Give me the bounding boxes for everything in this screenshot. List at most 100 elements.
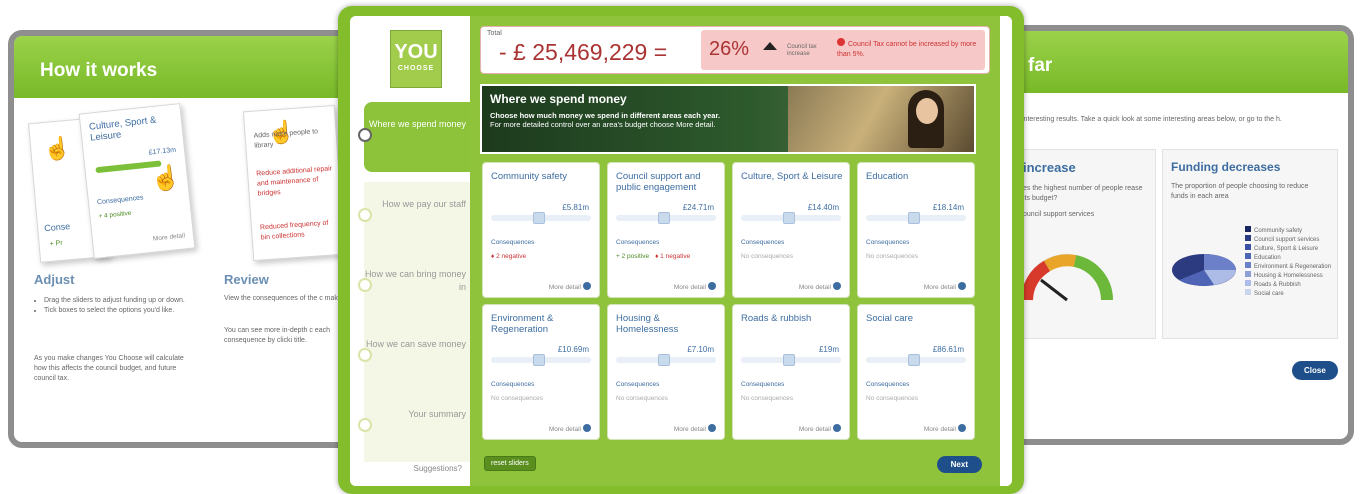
card-culture: Culture, Sport & Leisure £17.13m ☝ Conse…	[78, 103, 196, 259]
consequence-none: No consequences	[866, 395, 919, 402]
step-1[interactable]: Where we spend money	[358, 102, 470, 172]
step-5[interactable]: Your summary	[358, 392, 470, 462]
legend-item: Housing & Homelessness	[1245, 271, 1331, 280]
you-choose-dialog: YOU CHOOSE Where we spend money How we pa…	[338, 6, 1024, 494]
info-icon	[708, 424, 716, 432]
step-label: How we pay our staff	[382, 199, 466, 209]
suggestions-link[interactable]: Suggestions?	[364, 464, 470, 473]
consequences-label: Consequences	[616, 239, 660, 246]
adjust-note: As you make changes You Choose will calc…	[34, 355, 184, 382]
consequences-label: Consequences	[491, 239, 535, 246]
consequence-none: No consequences	[741, 395, 794, 402]
budget-name: Education	[866, 171, 909, 182]
scrollbar[interactable]	[1000, 16, 1012, 486]
funding-decrease-box: Funding decreases The proportion of peop…	[1162, 149, 1338, 339]
step-label: Where we spend money	[368, 119, 466, 129]
legend-item: Education	[1245, 253, 1331, 262]
budget-card: Roads & rubbish £19m Consequences No conseq…	[732, 304, 850, 440]
council-tax-warning: Council Tax cannot be increased by more …	[837, 38, 979, 60]
consequences-list: No consequences	[741, 395, 845, 402]
step-label: How we can bring money in	[364, 269, 466, 292]
slider-handle[interactable]	[658, 354, 671, 366]
more-detail-link[interactable]: More detail	[674, 424, 716, 433]
total-value: - £ 25,469,229 =	[499, 39, 668, 65]
review-title: Review	[224, 272, 269, 287]
consequences-list: ♦ 2 negative	[491, 253, 595, 260]
consequences-list: + 2 positive ♦ 1 negative	[616, 253, 720, 260]
consequences-label: Consequences	[866, 381, 910, 388]
step-3[interactable]: How we can bring money in	[358, 252, 470, 322]
more-detail-link[interactable]: More detail	[924, 282, 966, 291]
consequence-none: No consequences	[616, 395, 669, 402]
budget-slider[interactable]	[866, 354, 966, 366]
pie-legend: Community safety Council support services…	[1245, 226, 1331, 298]
more-detail-link[interactable]: More detail	[924, 424, 966, 433]
budget-card: Environment & Regeneration £10.69m Consequ…	[482, 304, 600, 440]
consequence-none: No consequences	[741, 253, 794, 260]
budget-amount: £10.69m	[557, 345, 589, 354]
budget-amount: £86.61m	[932, 345, 964, 354]
legend-item: Environment & Regeneration	[1245, 262, 1331, 271]
legend-swatch	[1245, 289, 1251, 295]
budget-slider[interactable]	[491, 354, 591, 366]
consequence-neg: ♦ 2 negative	[491, 253, 527, 260]
consequences-label: Consequences	[616, 381, 660, 388]
consequence-pos: + 2 positive	[616, 253, 650, 260]
step-2[interactable]: How we pay our staff	[358, 182, 470, 252]
budget-slider[interactable]	[616, 354, 716, 366]
arrow-up-icon	[763, 42, 777, 50]
step-marker-icon	[358, 418, 372, 432]
budget-card: Housing & Homelessness £7.10m Consequences…	[607, 304, 725, 440]
budget-slider[interactable]	[741, 354, 841, 366]
slider-handle[interactable]	[908, 354, 921, 366]
info-icon	[583, 282, 591, 290]
step-marker-icon	[358, 128, 372, 142]
step-label: Your summary	[408, 409, 466, 419]
legend-swatch	[1245, 235, 1251, 241]
budget-slider[interactable]	[616, 212, 716, 224]
slider-handle[interactable]	[908, 212, 921, 224]
next-button[interactable]: Next	[936, 456, 982, 473]
info-icon	[833, 282, 841, 290]
step-4[interactable]: How we can save money	[358, 322, 470, 392]
council-tax-percent: 26%	[709, 38, 750, 60]
consequences-list: No consequences	[866, 395, 970, 402]
funding-increase-box: increase es the highest number of people…	[1016, 149, 1156, 339]
slider-handle[interactable]	[783, 212, 796, 224]
info-icon	[958, 424, 966, 432]
consequences-list: No consequences	[491, 395, 595, 402]
slider-handle[interactable]	[533, 212, 546, 224]
legend-swatch	[1245, 226, 1251, 232]
budget-slider[interactable]	[491, 212, 591, 224]
more-detail-link[interactable]: More detail	[549, 424, 591, 433]
step-marker-icon	[358, 348, 372, 362]
close-button[interactable]: Close	[1292, 361, 1338, 380]
consequences-list: No consequences	[741, 253, 845, 260]
budget-name: Roads & rubbish	[741, 313, 812, 324]
slider-handle[interactable]	[783, 354, 796, 366]
budget-slider[interactable]	[866, 212, 966, 224]
step-marker-icon	[358, 278, 372, 292]
more-detail-link[interactable]: More detail	[549, 282, 591, 291]
reset-sliders-button[interactable]: reset sliders	[484, 456, 536, 471]
legend-swatch	[1245, 253, 1251, 259]
legend-item: Social care	[1245, 289, 1331, 298]
slider-handle[interactable]	[533, 354, 546, 366]
budget-amount: £14.40m	[807, 203, 839, 212]
budget-amount: £5.81m	[562, 203, 589, 212]
more-detail-link[interactable]: More detail	[674, 282, 716, 291]
legend-swatch	[1245, 280, 1251, 286]
legend-swatch	[1245, 244, 1251, 250]
more-detail-link[interactable]: More detail	[799, 282, 841, 291]
budget-name: Social care	[866, 313, 913, 324]
section-banner: Where we spend money Choose how much mon…	[480, 84, 976, 154]
section-title: Where we spend money	[490, 92, 627, 106]
you-choose-logo: YOU CHOOSE	[390, 30, 442, 88]
slider-handle[interactable]	[658, 212, 671, 224]
consequences-label: Consequences	[741, 381, 785, 388]
budget-slider[interactable]	[741, 212, 841, 224]
legend-swatch	[1245, 271, 1251, 277]
budget-name: Environment & Regeneration	[491, 313, 554, 335]
more-detail-link[interactable]: More detail	[799, 424, 841, 433]
budget-name: Council support and public engagement	[616, 171, 701, 193]
